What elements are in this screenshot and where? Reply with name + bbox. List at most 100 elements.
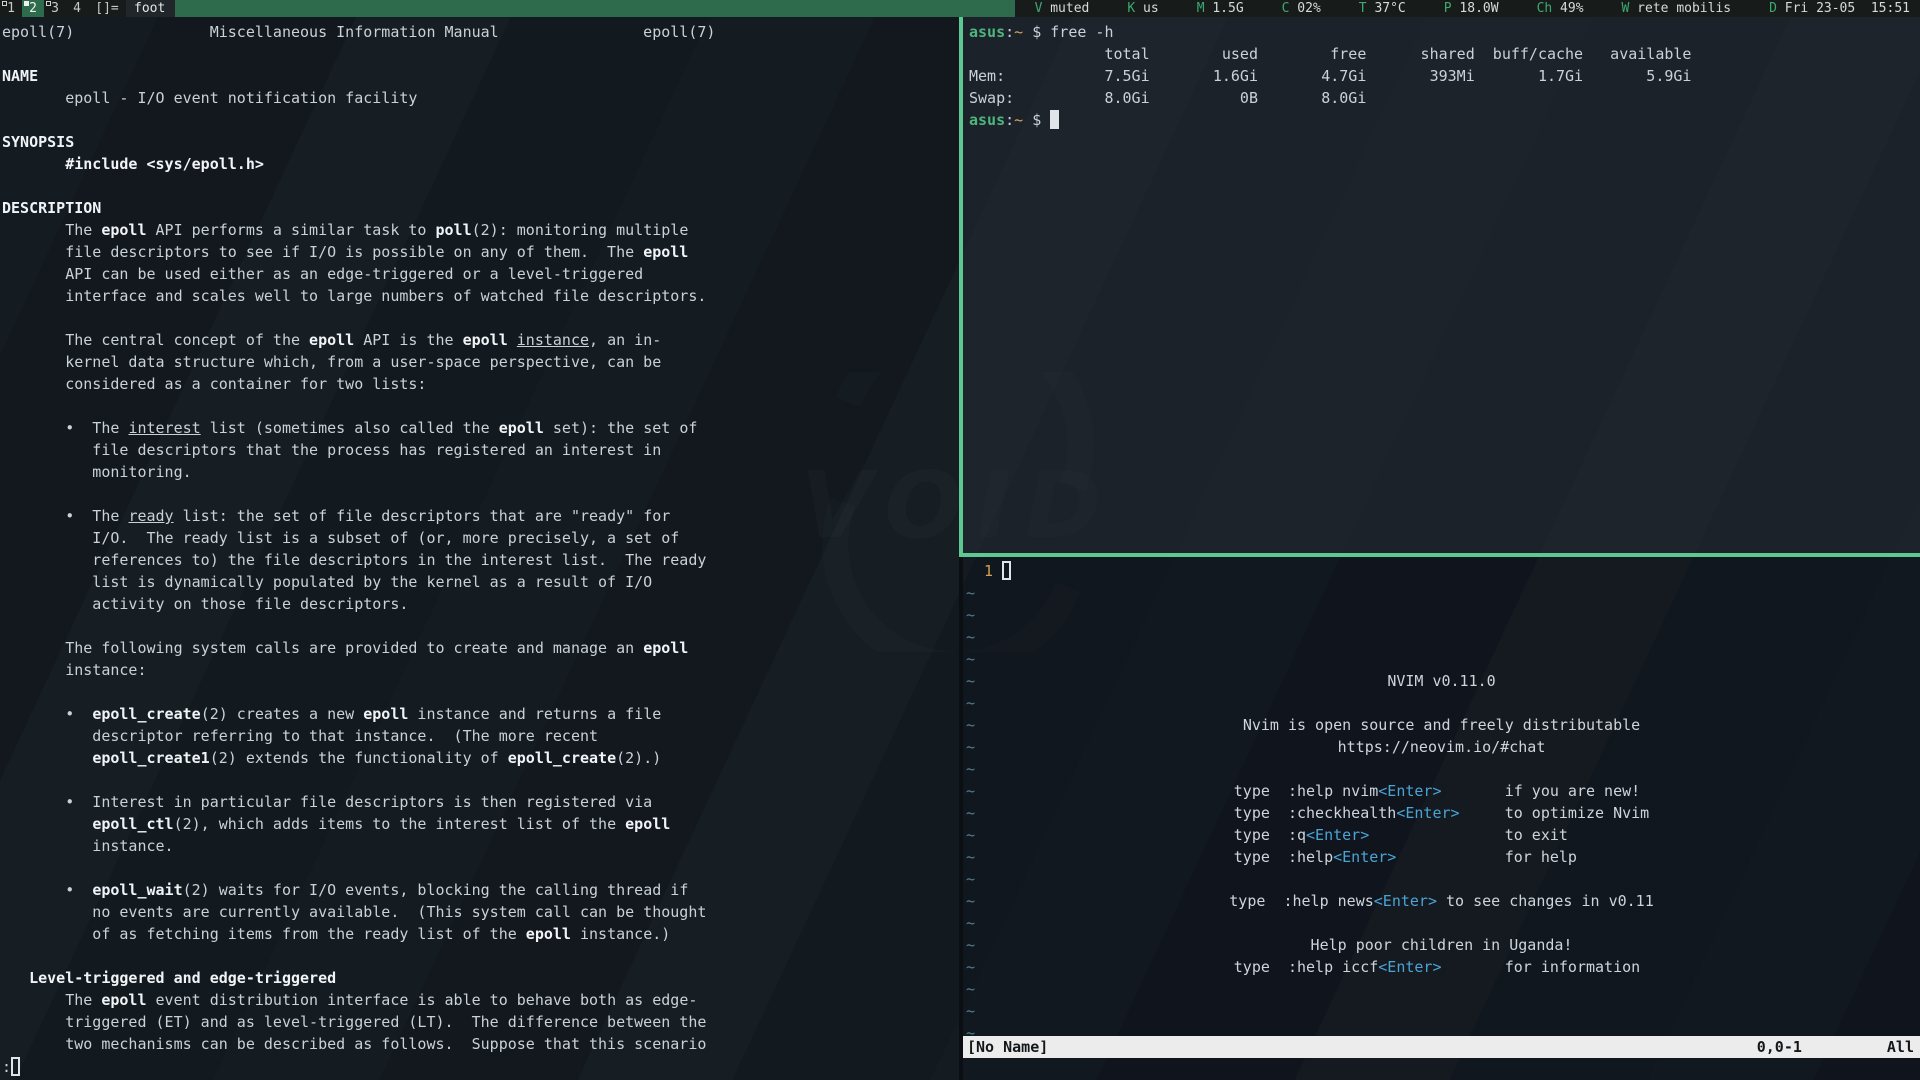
- text-segment: epoll: [101, 991, 146, 1009]
- statusline-scroll: All: [1887, 1036, 1914, 1058]
- status-key: Ch: [1537, 1, 1553, 16]
- man-terminal-pane[interactable]: epoll(7) Miscellaneous Information Manua…: [0, 17, 959, 1080]
- text-segment: epoll: [463, 331, 508, 349]
- man-line: triggered (ET) and as level-triggered (L…: [2, 1011, 959, 1033]
- nvim-tilde-row: ~: [966, 912, 1920, 934]
- shell-terminal-pane[interactable]: asus:~ $ free -h total used free shared …: [963, 17, 1920, 553]
- text-segment: ~: [1014, 111, 1023, 129]
- text-segment: <Enter>: [1378, 958, 1441, 976]
- nvim-pane[interactable]: 1 ~~~~~~~~~~~~~~~~~~~~~ NVIM v0.11.0Nvim…: [963, 557, 1920, 1080]
- focus-border-bottom: [959, 553, 1920, 557]
- cursor-block: [1050, 110, 1059, 129]
- status-value: 49%: [1552, 1, 1583, 16]
- man-line: file descriptors that the process has re…: [2, 439, 959, 461]
- man-line: references to) the file descriptors in t…: [2, 549, 959, 571]
- shell-line: asus:~ $ free -h: [969, 21, 1920, 43]
- nvim-tilde-row: ~: [966, 648, 1920, 670]
- man-line: • Interest in particular file descriptor…: [2, 791, 959, 813]
- shell-line: Swap: 8.0Gi 0B 8.0Gi: [969, 87, 1920, 109]
- nvim-intro-line: type :checkhealth<Enter> to optimize Nvi…: [963, 802, 1920, 824]
- nvim-intro-line: type :q<Enter> to exit: [963, 824, 1920, 846]
- status-item-m: M 1.5G: [1197, 0, 1244, 17]
- man-line: • The ready list: the set of file descri…: [2, 505, 959, 527]
- bar-fill: [175, 0, 1014, 17]
- statusline-right: 0,0-1 All: [1757, 1036, 1920, 1058]
- man-line: [2, 395, 959, 417]
- nvim-buffer: 1 ~~~~~~~~~~~~~~~~~~~~~ NVIM v0.11.0Nvim…: [963, 557, 1920, 1036]
- workspace-tag-2[interactable]: 2: [22, 0, 44, 17]
- text-segment: poll: [435, 221, 471, 239]
- nvim-tilde-row: ~: [966, 868, 1920, 890]
- workspace-tag-3[interactable]: 3: [44, 0, 66, 17]
- man-line: monitoring.: [2, 461, 959, 483]
- man-line: API can be used either as an edge-trigge…: [2, 263, 959, 285]
- man-line: two mechanisms can be described as follo…: [2, 1033, 959, 1055]
- status-value: 18.0W: [1452, 1, 1499, 16]
- text-segment: <Enter>: [1306, 826, 1369, 844]
- man-line: • epoll_create(2) creates a new epoll in…: [2, 703, 959, 725]
- text-segment: #include <sys/epoll.h>: [65, 155, 264, 173]
- shell-output: asus:~ $ free -h total used free shared …: [963, 17, 1920, 131]
- screen: VOID 1234 []= foot V mutedK usM 1.5GC 02…: [0, 0, 1920, 1080]
- workspace-indicator-icon: [2, 1, 7, 6]
- text-segment: ~: [1014, 23, 1023, 41]
- text-segment: DESCRIPTION: [2, 199, 101, 217]
- man-line: instance:: [2, 659, 959, 681]
- status-value: muted: [1042, 1, 1089, 16]
- line-number: 1: [966, 562, 1002, 580]
- text-segment: epoll: [499, 419, 544, 437]
- statusline-file: [No Name]: [967, 1036, 1048, 1058]
- nvim-tilde-row: ~: [966, 604, 1920, 626]
- text-segment: epoll: [643, 639, 688, 657]
- top-bar: 1234 []= foot V mutedK usM 1.5GC 02%T 37…: [0, 0, 1920, 17]
- workspace-indicator-icon: [46, 1, 51, 6]
- text-segment: <Enter>: [1396, 804, 1459, 822]
- shell-line: Mem: 7.5Gi 1.6Gi 4.7Gi 393Mi 1.7Gi 5.9Gi: [969, 65, 1920, 87]
- workspace-indicator-icon: [24, 1, 29, 6]
- text-segment: <Enter>: [1333, 848, 1396, 866]
- shell-line: asus:~ $: [969, 109, 1920, 131]
- workspace-label: 1: [7, 1, 15, 16]
- man-line: list is dynamically populated by the ker…: [2, 571, 959, 593]
- man-line: of as fetching items from the ready list…: [2, 923, 959, 945]
- statusline-ruler: 0,0-1: [1757, 1036, 1802, 1058]
- man-line: • The interest list (sometimes also call…: [2, 417, 959, 439]
- nvim-intro-line: Help poor children in Uganda!: [963, 934, 1920, 956]
- workspace-switcher: 1234: [0, 0, 88, 17]
- status-value: us: [1135, 1, 1158, 16]
- status-item-t: T 37°C: [1359, 0, 1406, 17]
- text-segment: epoll: [526, 925, 571, 943]
- nvim-tilde-row: ~: [966, 626, 1920, 648]
- man-line: file descriptors to see if I/O is possib…: [2, 241, 959, 263]
- text-segment: epoll: [625, 815, 670, 833]
- workspace-label: 3: [51, 1, 59, 16]
- man-line: The epoll API performs a similar task to…: [2, 219, 959, 241]
- text-segment: epoll_create1: [92, 749, 209, 767]
- status-item-k: K us: [1127, 0, 1158, 17]
- focus-border-left: [959, 17, 963, 557]
- nvim-cmdline: [963, 1058, 1920, 1080]
- workspace-tag-4[interactable]: 4: [66, 0, 88, 17]
- status-item-p: P 18.0W: [1444, 0, 1499, 17]
- nvim-intro-line: type :help news<Enter> to see changes in…: [963, 890, 1920, 912]
- man-line: [2, 307, 959, 329]
- status-item-v: V muted: [1035, 0, 1090, 17]
- status-item-c: C 02%: [1282, 0, 1321, 17]
- text-segment: SYNOPSIS: [2, 133, 74, 151]
- man-line: kernel data structure which, from a user…: [2, 351, 959, 373]
- layout-symbol[interactable]: []=: [88, 0, 126, 17]
- man-page-text: epoll(7) Miscellaneous Information Manua…: [0, 17, 959, 1055]
- man-line: considered as a container for two lists:: [2, 373, 959, 395]
- man-line: NAME: [2, 65, 959, 87]
- text-segment: epoll_create: [508, 749, 616, 767]
- text-segment: epoll_wait: [92, 881, 182, 899]
- nvim-line-1: 1: [966, 560, 1920, 582]
- man-line: [2, 857, 959, 879]
- status-value: 1.5G: [1205, 1, 1244, 16]
- workspace-tag-1[interactable]: 1: [0, 0, 22, 17]
- man-line: epoll_ctl(2), which adds items to the in…: [2, 813, 959, 835]
- text-segment: asus: [969, 111, 1005, 129]
- nvim-intro-line: Nvim is open source and freely distribut…: [963, 714, 1920, 736]
- text-segment: epoll: [101, 221, 146, 239]
- text-segment: <Enter>: [1374, 892, 1437, 910]
